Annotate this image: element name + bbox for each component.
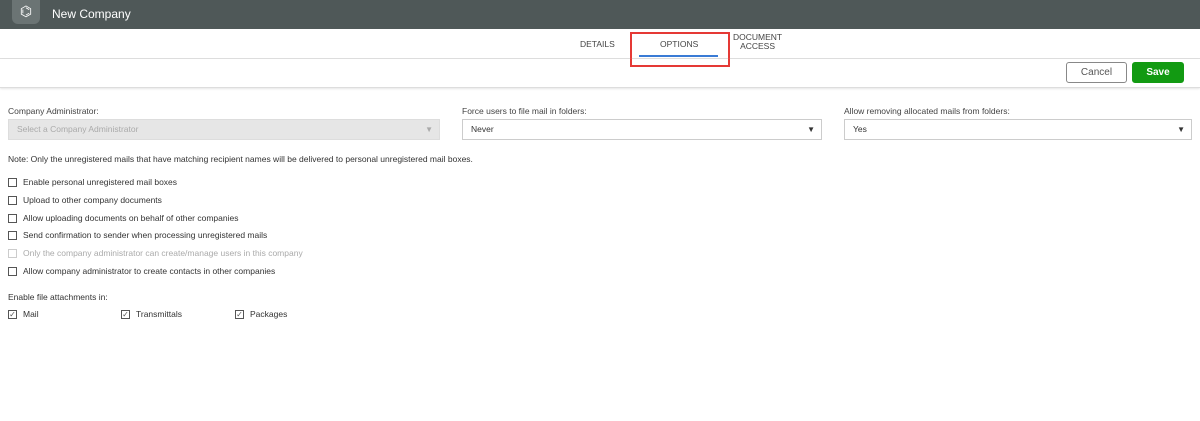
option-checkbox[interactable]: Enable personal unregistered mail boxes	[8, 177, 177, 187]
attachments-label: Enable file attachments in:	[8, 292, 108, 302]
option-checkbox[interactable]: Allow uploading documents on behalf of o…	[8, 213, 238, 223]
company-administrator-select[interactable]: Select a Company Administrator ▼	[8, 119, 440, 140]
chevron-down-icon: ▼	[1177, 125, 1185, 134]
company-logo-icon[interactable]: ⌬	[12, 0, 40, 24]
option-label: Only the company administrator can creat…	[23, 248, 303, 258]
option-label: Enable personal unregistered mail boxes	[23, 177, 178, 187]
tab-bar: DETAILS OPTIONS DOCUMENT ACCESS	[0, 29, 1200, 59]
option-label: Allow uploading documents on behalf of o…	[23, 213, 239, 223]
action-bar	[0, 59, 1200, 88]
checkbox-icon[interactable]	[8, 230, 17, 240]
checkmark-icon[interactable]: ✓	[121, 309, 130, 319]
option-label: Mail	[23, 309, 39, 319]
select-value: Never	[471, 124, 494, 134]
chevron-down-icon: ▼	[425, 125, 433, 134]
option-checkbox-disabled: Only the company administrator can creat…	[8, 248, 303, 258]
option-checkbox[interactable]: Send confirmation to sender when process…	[8, 230, 267, 240]
tab-label-line2: ACCESS	[740, 41, 776, 51]
company-administrator-label: Company Administrator:	[8, 106, 99, 116]
checkbox-icon[interactable]	[8, 266, 17, 276]
save-button[interactable]: Save	[1132, 62, 1184, 83]
option-label: Upload to other company documents	[23, 195, 162, 205]
page-title: New Company	[52, 7, 131, 21]
attachment-mail-checkbox[interactable]: ✓ Mail	[8, 309, 39, 319]
cancel-button[interactable]: Cancel	[1066, 62, 1127, 83]
attachment-packages-checkbox[interactable]: ✓ Packages	[235, 309, 287, 319]
chevron-down-icon: ▼	[807, 125, 815, 134]
option-label: Allow company administrator to create co…	[23, 266, 276, 276]
force-file-label: Force users to file mail in folders:	[462, 106, 587, 116]
checkbox-icon[interactable]	[8, 177, 17, 187]
allow-removing-label: Allow removing allocated mails from fold…	[844, 106, 1010, 116]
checkbox-icon[interactable]	[8, 195, 17, 205]
checkbox-icon[interactable]	[8, 213, 17, 223]
attachment-transmittals-checkbox[interactable]: ✓ Transmittals	[121, 309, 182, 319]
top-bar: ⌬ New Company	[0, 0, 1200, 29]
force-file-select[interactable]: Never ▼	[462, 119, 822, 140]
tab-details[interactable]: DETAILS	[580, 39, 615, 49]
option-checkbox[interactable]: Upload to other company documents	[8, 195, 162, 205]
note-text: Note: Only the unregistered mails that h…	[8, 154, 473, 164]
checkmark-icon[interactable]: ✓	[235, 309, 244, 319]
tab-document-access[interactable]: DOCUMENT ACCESS	[733, 33, 782, 51]
option-label: Send confirmation to sender when process…	[23, 230, 268, 240]
option-label: Transmittals	[136, 309, 182, 319]
checkmark-icon[interactable]: ✓	[8, 309, 17, 319]
checkbox-icon	[8, 248, 17, 258]
option-checkbox[interactable]: Allow company administrator to create co…	[8, 266, 275, 276]
select-placeholder: Select a Company Administrator	[17, 124, 139, 134]
select-value: Yes	[853, 124, 867, 134]
option-label: Packages	[250, 309, 288, 319]
allow-removing-select[interactable]: Yes ▼	[844, 119, 1192, 140]
